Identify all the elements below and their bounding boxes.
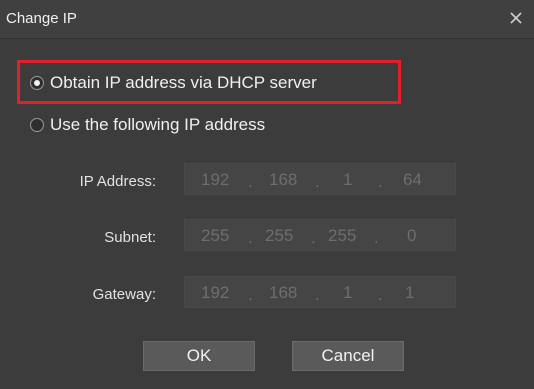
ip-address-input[interactable]: 192 . 168 . 1 . 64 [184,163,456,195]
separator: . [248,228,253,247]
ip-octet-3: 1 [343,170,353,189]
separator: . [248,172,253,191]
subnet-octet-2: 255 [265,226,294,245]
subnet-octet-4: 0 [407,226,417,245]
separator: . [311,228,316,247]
separator: . [315,285,320,304]
dhcp-option-label[interactable]: Obtain IP address via DHCP server [50,73,317,93]
close-icon[interactable] [504,6,528,30]
change-ip-dialog: Change IP Obtain IP address via DHCP ser… [0,0,534,389]
radio-static[interactable]: Use the following IP address [30,115,265,135]
ip-octet-1: 192 [201,170,230,189]
gateway-label: Gateway: [92,286,156,303]
ip-octet-4: 64 [403,170,422,189]
radio-button[interactable] [30,118,44,132]
ip-address-label: IP Address: [79,173,156,190]
ip-octet-2: 168 [269,170,298,189]
separator: . [378,285,383,304]
separator: . [374,228,379,247]
static-option-label[interactable]: Use the following IP address [50,115,265,135]
separator: . [315,172,320,191]
subnet-octet-1: 255 [201,226,230,245]
subnet-octet-3: 255 [328,226,357,245]
cancel-button[interactable]: Cancel [292,341,404,371]
radio-selected-dot [34,80,40,86]
separator: . [378,172,383,191]
gateway-input[interactable]: 192 . 168 . 1 . 1 [184,276,456,308]
subnet-input[interactable]: 255 . 255 . 255 . 0 [184,219,456,251]
gateway-octet-4: 1 [405,283,415,302]
subnet-label: Subnet: [104,229,156,246]
title-bar: Change IP [0,0,534,39]
gateway-octet-3: 1 [343,283,353,302]
dialog-title: Change IP [6,10,77,27]
radio-button[interactable] [30,76,44,90]
ok-button[interactable]: OK [143,341,255,371]
separator: . [248,285,253,304]
gateway-octet-1: 192 [201,283,230,302]
radio-dhcp[interactable]: Obtain IP address via DHCP server [30,73,317,93]
gateway-octet-2: 168 [269,283,298,302]
